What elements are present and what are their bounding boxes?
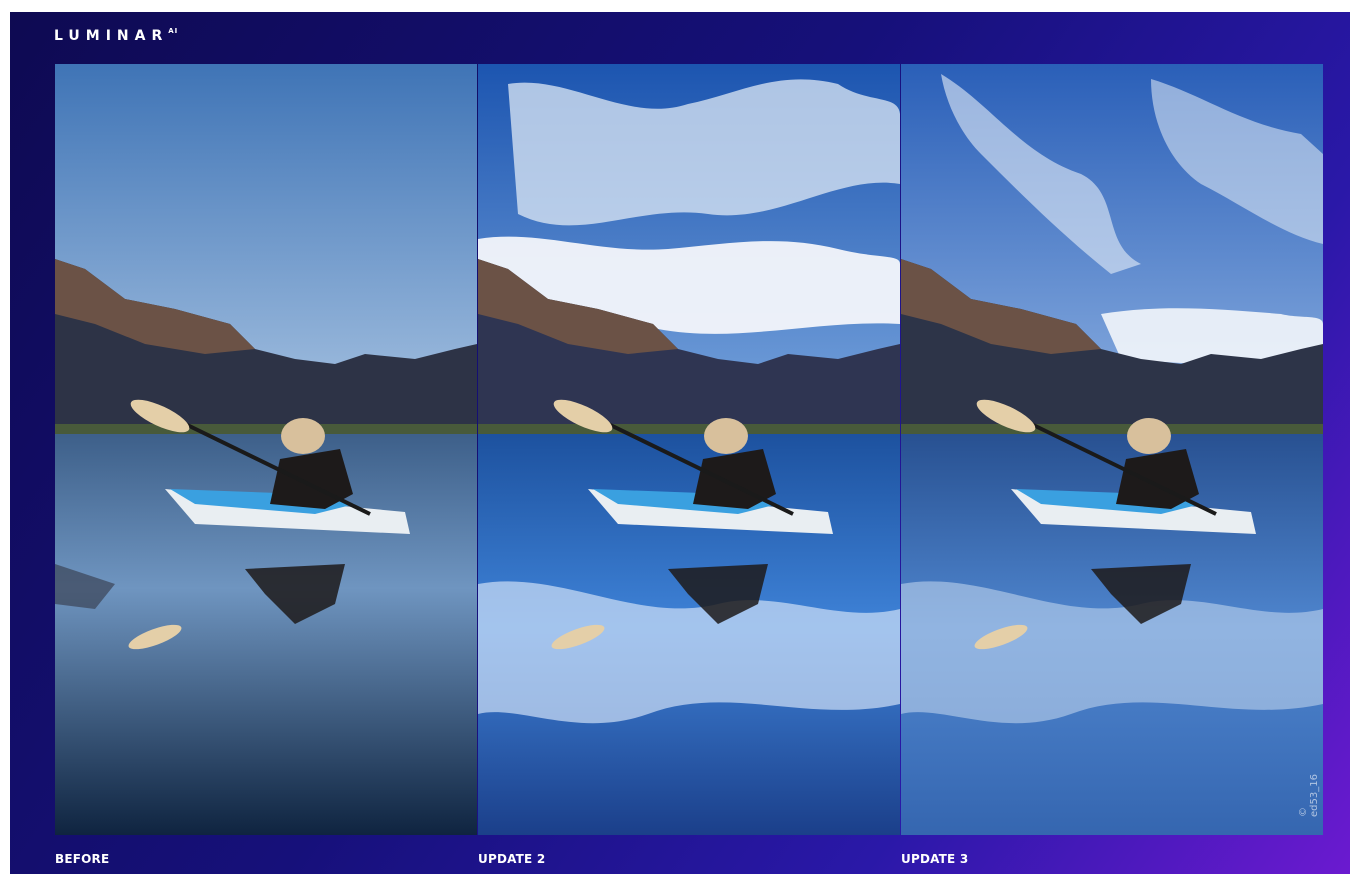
before-photo-panel (55, 64, 477, 835)
photo-credit: © ed53_16 (1298, 774, 1320, 817)
update-3-photo (901, 64, 1323, 835)
caption-before: BEFORE (55, 852, 110, 866)
caption-update-2: UPDATE 2 (478, 852, 546, 866)
luminar-logo: LUMINARAI (54, 27, 179, 44)
caption-update-3: UPDATE 3 (901, 852, 969, 866)
update-3-photo-panel (901, 64, 1323, 835)
brand-name: LUMINAR (54, 28, 169, 44)
update-2-photo (478, 64, 900, 835)
before-photo (55, 64, 477, 835)
update-2-photo-panel (478, 64, 900, 835)
brand-suffix: AI (168, 27, 179, 35)
comparison-canvas: LUMINARAI © ed53_16 BEFORE UPDATE 2 UPDA… (10, 12, 1350, 874)
